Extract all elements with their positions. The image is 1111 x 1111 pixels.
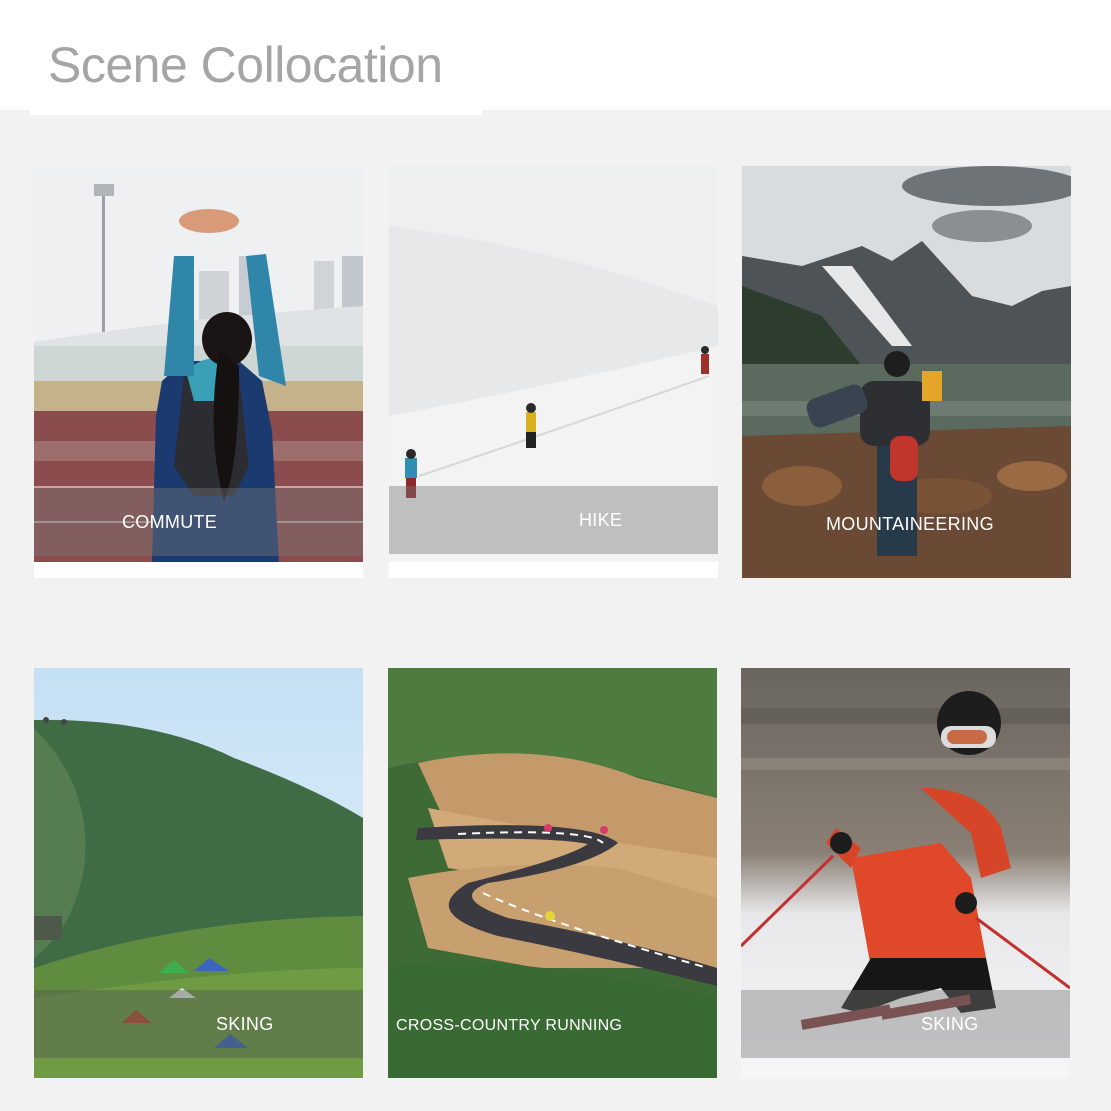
scene-caption: HIKE [389, 486, 718, 554]
scene-card-hike[interactable]: HIKE [389, 166, 718, 578]
scene-card-sking-skier[interactable]: SKING [741, 668, 1070, 1078]
scene-caption: COMMUTE [34, 488, 363, 556]
scene-caption: SKING [34, 990, 363, 1058]
scene-card-cross-country[interactable]: CROSS-COUNTRY RUNNING [388, 668, 717, 1078]
page-title: Scene Collocation [48, 37, 443, 93]
scene-label: CROSS-COUNTRY RUNNING [396, 1017, 623, 1034]
scene-label: SKING [216, 1013, 274, 1034]
scene-caption: MOUNTAINEERING [742, 490, 1071, 558]
scene-label: SKING [921, 1013, 979, 1034]
scene-caption: CROSS-COUNTRY RUNNING [388, 992, 717, 1060]
scene-label: MOUNTAINEERING [826, 513, 994, 534]
scene-card-commute[interactable]: COMMUTE [34, 166, 363, 578]
scene-label: HIKE [579, 509, 623, 530]
scene-card-sking-hills[interactable]: SKING [34, 668, 363, 1078]
scene-card-mountaineering[interactable]: MOUNTAINEERING [742, 166, 1071, 578]
header-underline [30, 110, 482, 115]
scene-caption: SKING [741, 990, 1070, 1058]
scene-label: COMMUTE [122, 511, 218, 532]
